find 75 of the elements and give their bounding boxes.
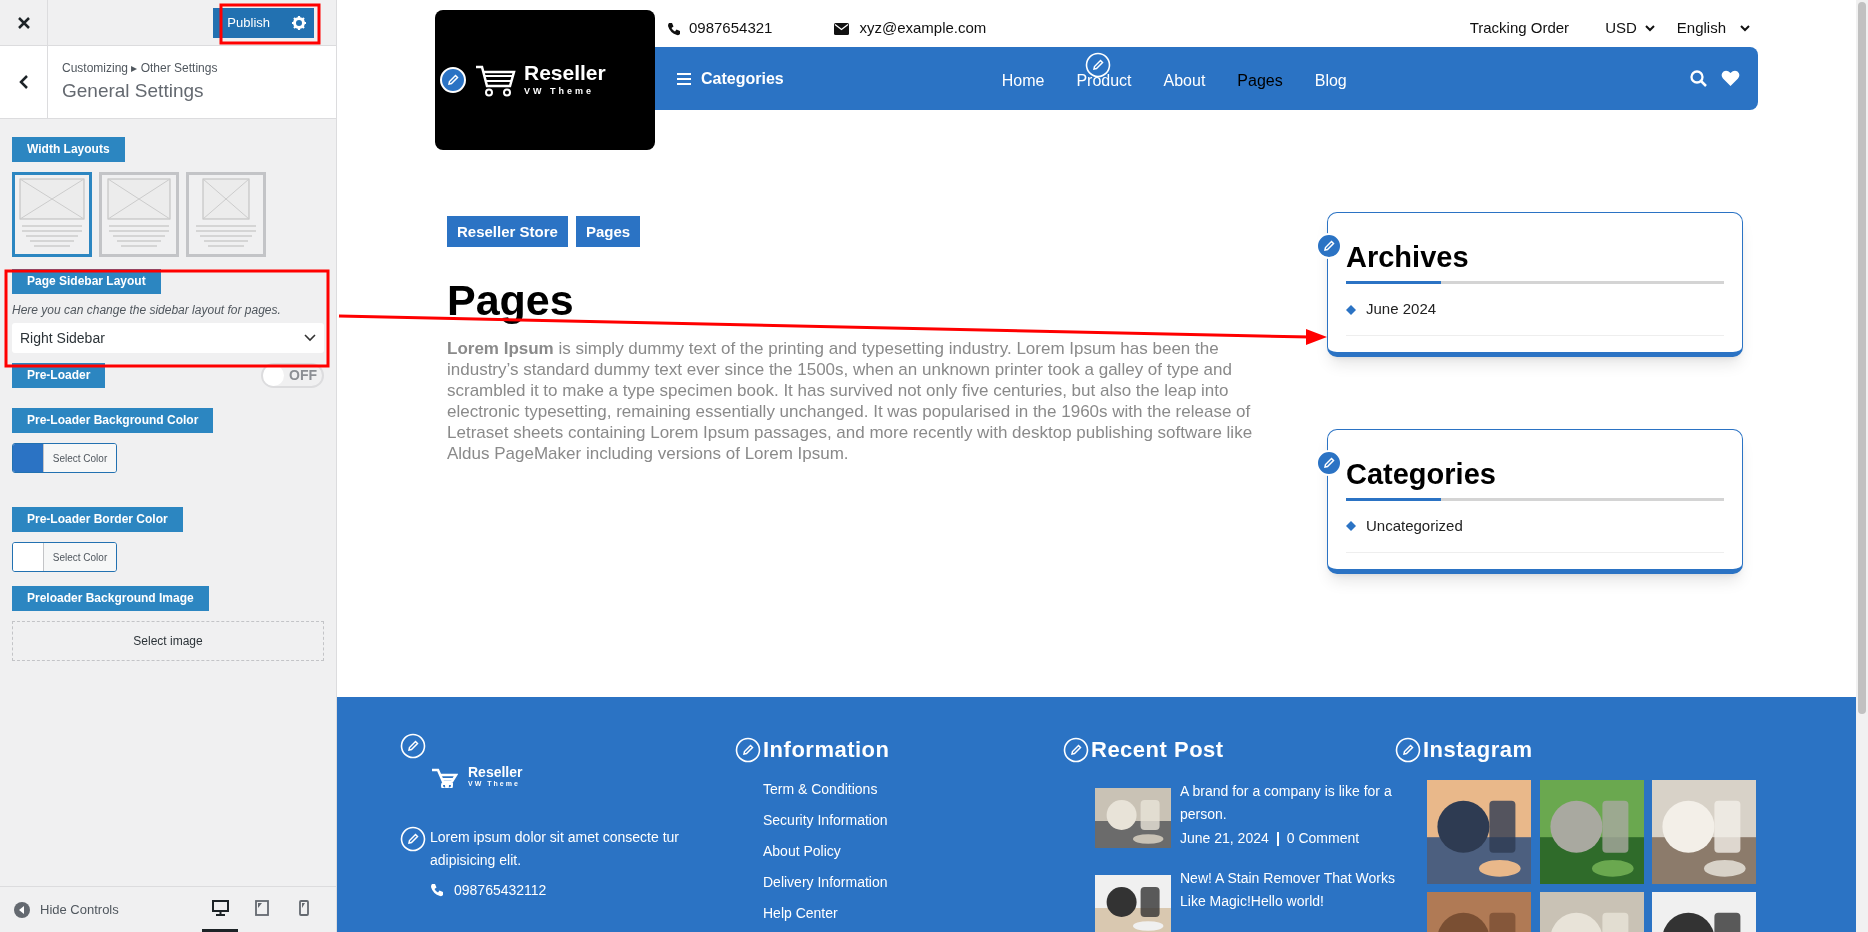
publish-button[interactable]: Publish [213, 7, 284, 38]
setting-label: Pre-Loader Border Color [12, 507, 183, 532]
layout-option[interactable] [12, 172, 92, 257]
select-image-button[interactable]: Select image [12, 621, 324, 661]
body-paragraph: Lorem Ipsum is simply dummy text of the printing and typesetting industry. Lorem Ipsum has been the industry’s standard dummy text ever since the 1500s, when an unknown printer took a galley of type and scrambled it to make a type specimen book. It has survived not only five centuries, but also the leap into electronic typesetting, remaining essentially unchanged. It was popularised in the 1960s with the release of Letraset sheets containing Lorem Ipsum passages, and more recently with desktop publishing software like Aldus PageMaker including versions of Lorem Ipsum. [447, 338, 1254, 465]
widget-link[interactable]: Uncategorized [1366, 515, 1463, 538]
nav-link[interactable]: Blog [1314, 68, 1347, 93]
page-title: Pages [447, 277, 574, 325]
setting-label: Pre-Loader Background Color [12, 408, 214, 433]
nav-link[interactable]: Home [1001, 68, 1045, 93]
widget-link[interactable]: June 2024 [1366, 298, 1437, 321]
diamond-bullet-icon [1346, 521, 1356, 532]
setting-label: Preloader Background Image [12, 586, 209, 611]
breadcrumb-link[interactable]: Pages [575, 216, 641, 247]
categories-menu-button[interactable]: Categories [677, 66, 784, 91]
sidebar-layout-select[interactable]: Right Sidebar [12, 323, 324, 353]
heart-icon [1721, 70, 1740, 87]
post-date: June 21, 2024 [1180, 829, 1269, 848]
breadcrumb-link[interactable]: Reseller Store [447, 216, 568, 247]
nav-link[interactable]: Product [1076, 68, 1132, 93]
hide-controls-button[interactable]: Hide Controls [14, 899, 119, 920]
breadcrumb: Customizing ▸ Other Settings [62, 59, 218, 77]
footer-heading: Recent Post [1091, 736, 1224, 764]
search-icon [1690, 70, 1707, 87]
footer-about-text: Lorem ipsum dolor sit amet consecte tur adipisicing elit. [430, 827, 680, 870]
post-title-link[interactable]: New! A Stain Remover That Works Like Magic!Hello world! [1180, 867, 1416, 913]
nav-link[interactable]: About [1163, 68, 1206, 93]
phone-icon [430, 883, 444, 897]
cart-icon [474, 63, 516, 97]
logo-tagline: VW Theme [524, 84, 595, 98]
footer-phone: 098765432112 [454, 880, 547, 900]
nav-link[interactable]: Pages [1237, 68, 1283, 93]
tracking-order-link[interactable]: Tracking Order [1469, 17, 1570, 40]
phone-icon [667, 21, 681, 36]
tablet-icon [255, 900, 269, 916]
comment-count-link[interactable]: 0 Comment [1286, 828, 1360, 849]
color-picker-button[interactable]: Select Color [12, 542, 117, 572]
widget-title: Archives [1346, 240, 1470, 275]
settings-icon [292, 15, 306, 30]
setting-label: Page Sidebar Layout [12, 269, 161, 294]
publish-button-group[interactable]: Publish [213, 7, 314, 38]
section-title: General Settings [62, 78, 205, 103]
language-dropdown[interactable]: English [1676, 17, 1750, 40]
currency-dropdown[interactable]: USD [1605, 17, 1655, 40]
post-title-link[interactable]: A brand for a company is like for a person. [1180, 780, 1416, 826]
setting-label: Width Layouts [12, 137, 125, 162]
email-address: xyz@example.com [859, 18, 987, 39]
diamond-bullet-icon [1346, 304, 1356, 315]
collapse-icon [14, 901, 30, 918]
footer-link[interactable]: Security Information [763, 809, 1063, 831]
chevron-down-icon [1740, 25, 1750, 32]
footer-link[interactable]: Delivery Information [763, 871, 1063, 893]
select-value: Right Sidebar [20, 328, 105, 348]
edit-icon[interactable] [440, 67, 466, 93]
footer-link[interactable]: Help Center [763, 902, 1063, 924]
phone-number: 0987654321 [689, 18, 773, 39]
mobile-icon [299, 900, 309, 916]
scrollbar[interactable] [1856, 0, 1868, 932]
footer-heading: Information [763, 736, 890, 764]
close-icon [16, 15, 31, 30]
cart-icon [430, 766, 458, 789]
footer-logo-title: Reseller [468, 765, 523, 779]
desktop-icon [211, 900, 229, 916]
color-picker-button[interactable]: Select Color [12, 443, 117, 473]
footer-link[interactable]: About Policy [763, 840, 1063, 862]
setting-description: Here you can change the sidebar layout for pages. [12, 302, 282, 319]
footer-heading: Instagram [1423, 736, 1533, 764]
widget-title: Categories [1346, 456, 1497, 492]
mail-icon [834, 22, 850, 35]
back-icon [18, 74, 29, 90]
chevron-down-icon [1644, 25, 1655, 32]
logo-title: Reseller [524, 61, 606, 83]
footer-link[interactable]: Term & Conditions [763, 778, 1063, 800]
chevron-down-icon [304, 334, 316, 342]
menu-icon [677, 72, 691, 85]
